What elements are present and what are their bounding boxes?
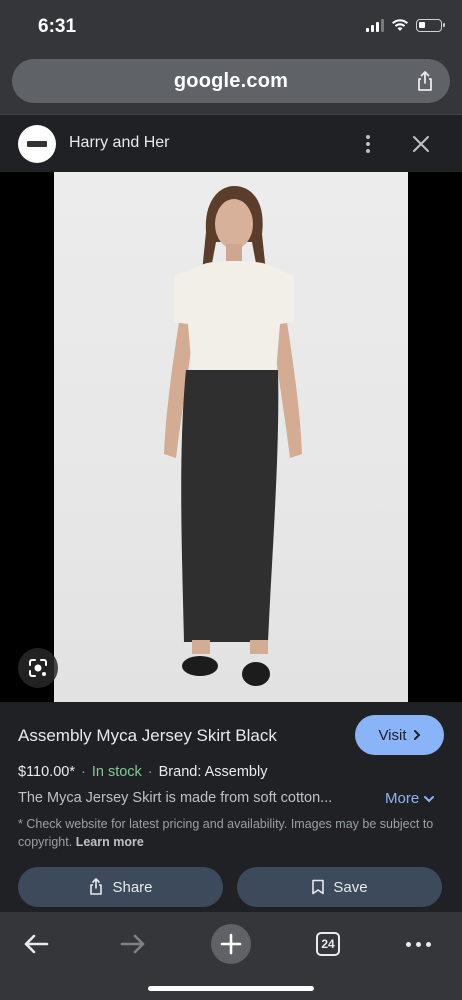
save-label: Save — [333, 878, 368, 896]
more-button[interactable]: More — [385, 790, 435, 807]
save-button[interactable]: Save — [237, 867, 442, 907]
logo-mark — [27, 141, 47, 147]
product-meta: $110.00* · In stock · Brand: Assembly — [18, 764, 267, 780]
more-options-icon[interactable] — [360, 133, 376, 155]
status-bar: 6:31 — [0, 0, 462, 54]
back-button[interactable] — [16, 924, 56, 964]
new-tab-button[interactable] — [211, 924, 251, 964]
product-title[interactable]: Assembly Myca Jersey Skirt Black — [18, 726, 277, 746]
share-icon[interactable] — [414, 70, 436, 92]
source-name[interactable]: Harry and Her — [69, 134, 169, 152]
product-info-panel: Assembly Myca Jersey Skirt Black Visit $… — [0, 702, 462, 912]
status-icons — [366, 18, 445, 32]
learn-more-link[interactable]: Learn more — [76, 835, 144, 849]
close-icon[interactable] — [412, 135, 430, 153]
ellipsis-icon — [405, 941, 431, 947]
source-header: Harry and Her — [0, 114, 462, 172]
url-text: google.com — [173, 69, 289, 92]
status-time: 6:31 — [38, 16, 77, 37]
plus-icon — [220, 933, 242, 955]
tab-switcher-button[interactable]: 24 — [308, 924, 348, 964]
forward-button[interactable] — [113, 924, 153, 964]
browser-address-area: google.com — [0, 54, 462, 114]
arrow-right-icon — [120, 934, 145, 954]
share-button[interactable]: Share — [18, 867, 223, 907]
more-label: More — [385, 790, 420, 807]
image-viewer — [0, 172, 462, 702]
product-description: The Myca Jersey Skirt is made from soft … — [18, 790, 333, 806]
source-logo[interactable] — [18, 125, 56, 163]
tab-count: 24 — [316, 932, 340, 956]
visit-label: Visit — [378, 726, 407, 744]
chevron-right-icon — [413, 730, 420, 740]
bookmark-icon — [312, 879, 325, 895]
price: $110.00* — [18, 764, 75, 780]
share-label: Share — [112, 878, 153, 896]
separator-dot: · — [80, 764, 86, 780]
chevron-down-icon — [424, 795, 435, 802]
stock-status: In stock — [91, 764, 142, 780]
cellular-signal-icon — [366, 18, 384, 32]
brand: Brand: Assembly — [158, 764, 268, 780]
product-image[interactable] — [54, 172, 408, 702]
home-indicator — [148, 986, 314, 991]
battery-icon — [416, 18, 445, 32]
separator-dot: · — [147, 764, 153, 780]
address-bar[interactable]: google.com — [12, 59, 450, 103]
visit-button[interactable]: Visit — [355, 715, 444, 755]
lens-icon — [29, 659, 47, 677]
wifi-icon — [392, 19, 408, 31]
arrow-left-icon — [24, 934, 49, 954]
google-lens-button[interactable] — [18, 648, 58, 688]
more-menu-button[interactable] — [398, 924, 438, 964]
bottom-toolbar: 24 — [0, 912, 462, 1000]
share-icon — [90, 878, 103, 895]
model-illustration — [164, 186, 302, 686]
disclaimer: * Check website for latest pricing and a… — [18, 815, 438, 851]
